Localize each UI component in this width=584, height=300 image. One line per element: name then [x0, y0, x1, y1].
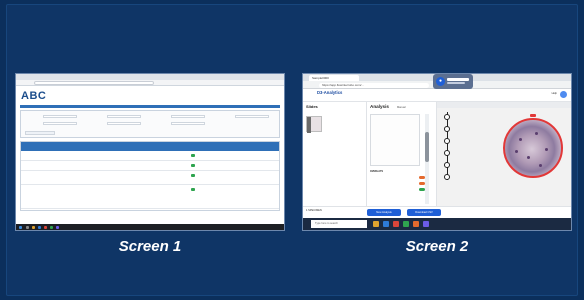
app-icon[interactable]	[413, 221, 419, 227]
analysis-title: Analysis	[370, 104, 389, 109]
cell-dot	[535, 132, 538, 135]
cell-dot	[539, 164, 542, 167]
url-input[interactable]: https://app.flowinterrobo.com/...	[319, 82, 429, 88]
action-bar: 1 SPECIMEN New Analysis Download CSV	[303, 206, 571, 218]
taskbar-search-input[interactable]: Type here to search	[311, 220, 367, 228]
screen-2-screenshot: Sample0000 https://app.flowinterrobo.com…	[303, 74, 571, 230]
avatar[interactable]	[560, 91, 567, 98]
zoom-level-dot[interactable]	[444, 114, 450, 120]
table-row[interactable]	[21, 185, 279, 209]
overlays-title: OVERLAYS	[370, 170, 383, 173]
slide-viewer[interactable]	[437, 102, 571, 218]
folder-icon[interactable]	[373, 221, 379, 227]
app-header: D3-Analytics Help	[303, 89, 571, 102]
region-marker[interactable]	[530, 114, 536, 117]
scrollbar-thumb[interactable]	[425, 132, 429, 162]
filter-field[interactable]	[171, 115, 205, 118]
filter-field[interactable]	[107, 122, 141, 125]
logo-text: ABC	[21, 90, 47, 102]
slide-label-strip	[307, 117, 311, 133]
windows-taskbar	[16, 224, 284, 230]
zoom-ruler	[447, 112, 448, 180]
app-title: D3-Analytics	[317, 90, 343, 95]
filter-field[interactable]	[235, 115, 269, 118]
table-row[interactable]	[21, 161, 279, 171]
analysis-panel: Analysis Manual OVERLAYS	[367, 102, 437, 218]
slide-thumbnail[interactable]	[306, 116, 322, 133]
zoom-level-dot[interactable]	[444, 174, 450, 180]
slides-title: Slides	[306, 104, 318, 109]
cell-dot	[527, 156, 530, 159]
recording-level-bar	[447, 78, 469, 81]
status-badge	[191, 154, 195, 157]
start-icon[interactable]	[19, 225, 22, 229]
cell-dot	[519, 138, 522, 141]
viewer-header	[437, 102, 571, 108]
search-filter-panel	[20, 110, 280, 138]
main-nav	[76, 94, 103, 97]
zoom-level-dot[interactable]	[444, 162, 450, 168]
tissue-image[interactable]	[503, 118, 563, 178]
screen-1-screenshot: ABC	[16, 74, 284, 230]
table-row[interactable]	[21, 171, 279, 185]
browser-address-bar	[16, 80, 284, 86]
recording-level-bar	[447, 82, 465, 84]
zoom-level-dot[interactable]	[444, 138, 450, 144]
app-icon[interactable]	[403, 221, 409, 227]
new-analysis-button[interactable]: New Analysis	[367, 209, 401, 216]
app-icon[interactable]	[44, 225, 47, 229]
app-icon[interactable]	[50, 225, 53, 229]
overlay-toggle[interactable]	[419, 182, 425, 185]
abc-logo: ABC	[21, 90, 46, 102]
specimen-count: 1 SPECIMEN	[306, 209, 322, 212]
folder-icon[interactable]	[32, 225, 35, 229]
filter-field[interactable]	[43, 122, 77, 125]
overlay-toggle[interactable]	[419, 188, 425, 191]
cell-dot	[515, 150, 518, 153]
search-icon[interactable]	[26, 225, 29, 229]
slides-panel: Slides	[303, 102, 367, 218]
microphone-icon[interactable]: ●	[436, 77, 445, 86]
app-icon[interactable]	[393, 221, 399, 227]
analysis-results-box	[370, 114, 420, 166]
filter-field[interactable]	[171, 122, 205, 125]
table-header	[21, 142, 279, 151]
filter-field[interactable]	[107, 115, 141, 118]
status-badge	[191, 174, 195, 177]
analysis-mode[interactable]: Manual	[397, 106, 406, 109]
url-input[interactable]	[34, 81, 154, 85]
filter-button[interactable]	[25, 131, 55, 135]
help-link[interactable]: Help	[552, 92, 557, 95]
app-icon[interactable]	[56, 225, 59, 229]
scrollbar[interactable]	[425, 114, 429, 204]
screen-1-caption: Screen 1	[118, 238, 182, 255]
zoom-level-dot[interactable]	[444, 150, 450, 156]
overlay-toggle[interactable]	[419, 176, 425, 179]
screen-2-caption: Screen 2	[405, 238, 469, 255]
status-badge	[191, 188, 195, 191]
zoom-level-dot[interactable]	[444, 126, 450, 132]
cell-dot	[545, 148, 548, 151]
recording-widget[interactable]: ●	[433, 74, 473, 89]
results-table	[20, 141, 280, 211]
table-row[interactable]	[21, 151, 279, 161]
app-icon[interactable]	[423, 221, 429, 227]
download-csv-button[interactable]: Download CSV	[407, 209, 441, 216]
filter-field[interactable]	[43, 115, 77, 118]
windows-taskbar: Type here to search	[303, 218, 571, 230]
status-badge	[191, 164, 195, 167]
filter-header-bar	[20, 105, 280, 108]
browser-icon[interactable]	[383, 221, 389, 227]
browser-icon[interactable]	[38, 225, 41, 229]
